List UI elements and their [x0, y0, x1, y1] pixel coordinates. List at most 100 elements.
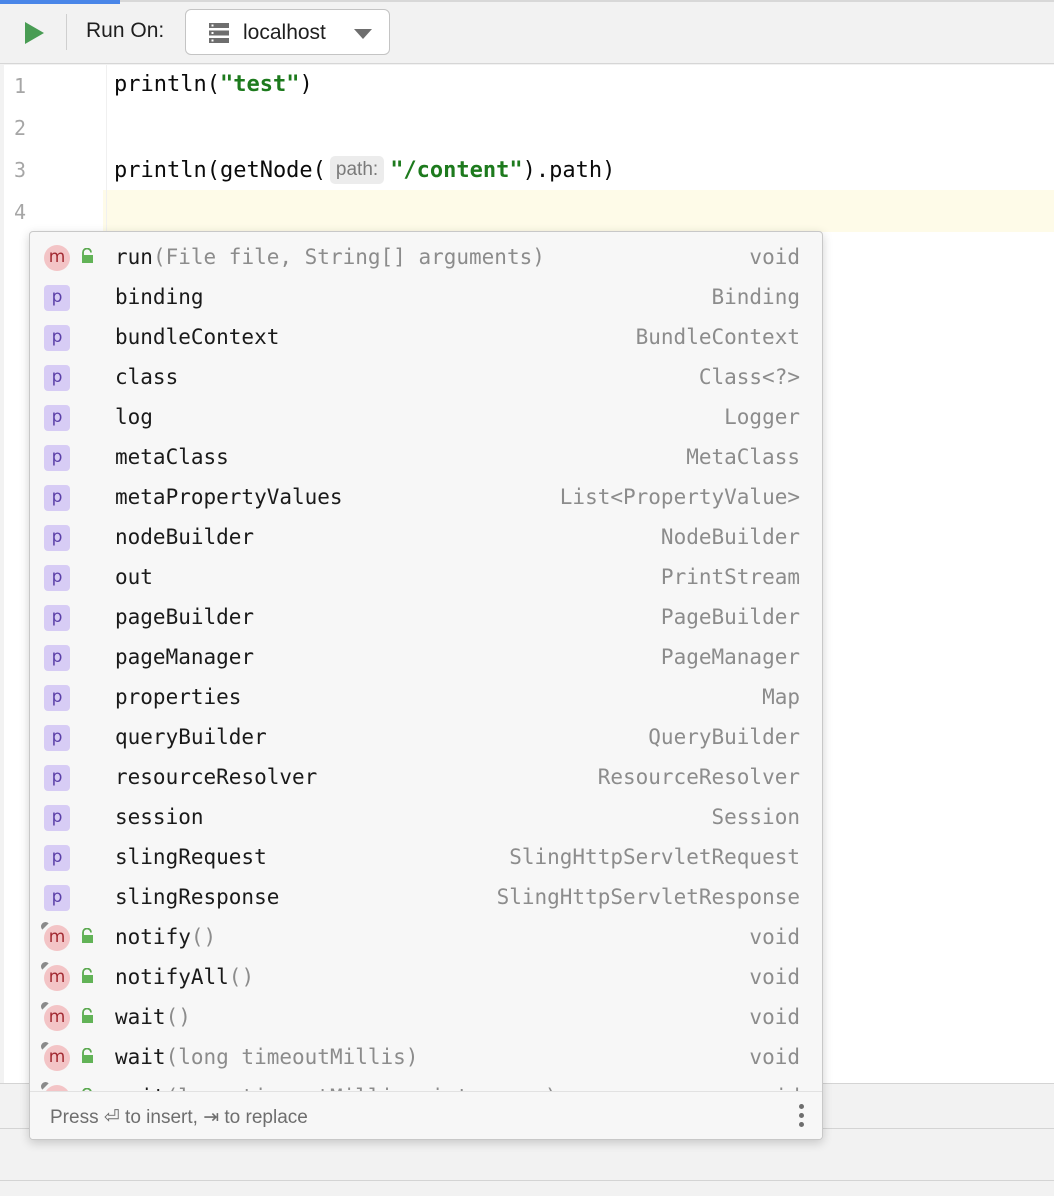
item-identifier: run	[115, 245, 153, 269]
completion-item[interactable]: p out PrintStream	[30, 556, 822, 596]
completion-name: notify()	[115, 925, 216, 949]
completion-item[interactable]: p queryBuilder QueryBuilder	[30, 716, 822, 756]
item-identifier: class	[115, 365, 179, 389]
item-identifier: log	[115, 405, 153, 429]
property-icon: p	[44, 405, 70, 431]
completion-name: run(File file, String[] arguments)	[115, 245, 545, 269]
property-icon: p	[44, 605, 70, 631]
completion-type: void	[749, 1005, 800, 1029]
item-signature: ()	[190, 925, 217, 949]
completion-type: void	[749, 1045, 800, 1069]
completion-type: Binding	[711, 285, 800, 309]
item-identifier: nodeBuilder	[115, 525, 255, 549]
property-icon: p	[44, 765, 70, 791]
public-lock-icon	[82, 248, 93, 263]
code-token: ).path)	[522, 158, 616, 183]
completion-footer: Press ⏎ to insert, ⇥ to replace	[30, 1091, 822, 1139]
toolbar-divider	[66, 14, 67, 50]
more-options-icon[interactable]	[796, 1102, 806, 1130]
property-icon: p	[44, 445, 70, 471]
code-line[interactable]: println("test")	[114, 72, 313, 97]
property-icon: p	[44, 845, 70, 871]
item-identifier: queryBuilder	[115, 725, 267, 749]
completion-item[interactable]: m notify() void	[30, 916, 822, 956]
completion-item[interactable]: p log Logger	[30, 396, 822, 436]
completion-name: binding	[115, 285, 204, 309]
completion-item[interactable]: m wait(long timeoutMillis) void	[30, 1036, 822, 1076]
completion-item[interactable]: p properties Map	[30, 676, 822, 716]
completion-name: slingResponse	[115, 885, 279, 909]
completion-name: slingRequest	[115, 845, 267, 869]
completion-type: Session	[711, 805, 800, 829]
item-signature: (long timeoutMillis)	[165, 1045, 419, 1069]
method-icon: m	[44, 1005, 70, 1031]
property-icon: p	[44, 525, 70, 551]
public-lock-icon	[82, 968, 93, 983]
method-icon: m	[44, 245, 70, 271]
property-icon: p	[44, 725, 70, 751]
completion-name: wait()	[115, 1005, 191, 1029]
completion-type: Class<?>	[698, 365, 800, 389]
method-icon: m	[44, 965, 70, 991]
chevron-down-icon	[354, 29, 372, 39]
item-identifier: pageManager	[115, 645, 255, 669]
completion-type: MetaClass	[686, 445, 800, 469]
item-identifier: metaClass	[115, 445, 229, 469]
public-lock-icon	[82, 1048, 93, 1063]
method-icon: m	[44, 925, 70, 951]
completion-item[interactable]: p pageManager PageManager	[30, 636, 822, 676]
property-icon: p	[44, 285, 70, 311]
completion-item[interactable]: p metaPropertyValues List<PropertyValue>	[30, 476, 822, 516]
completion-item[interactable]: m run(File file, String[] arguments) void	[30, 236, 822, 276]
completion-name: pageManager	[115, 645, 254, 669]
completion-item[interactable]: mwait(long timeoutMillis, int nanos)void	[30, 1076, 822, 1091]
play-icon	[25, 22, 44, 44]
completion-item[interactable]: m wait() void	[30, 996, 822, 1036]
completion-type: void	[749, 965, 800, 989]
property-icon: p	[44, 685, 70, 711]
completion-name: log	[115, 405, 153, 429]
completion-type: QueryBuilder	[648, 725, 800, 749]
item-identifier: binding	[115, 285, 204, 309]
completion-type: SlingHttpServletResponse	[496, 885, 800, 909]
item-identifier: metaPropertyValues	[115, 485, 343, 509]
completion-type: SlingHttpServletRequest	[509, 845, 800, 869]
completion-name: bundleContext	[115, 325, 279, 349]
code-token: println(getNode(	[114, 158, 326, 183]
code-line[interactable]: println(getNode(path: "/content").path)	[114, 156, 615, 184]
completion-name: pageBuilder	[115, 605, 254, 629]
completion-type: void	[749, 245, 800, 269]
property-icon: p	[44, 565, 70, 591]
item-identifier: properties	[115, 685, 242, 709]
property-icon: p	[44, 325, 70, 351]
completion-type: PageBuilder	[660, 605, 800, 629]
property-icon: p	[44, 485, 70, 511]
completion-type: PrintStream	[660, 565, 800, 589]
completion-name: wait(long timeoutMillis)	[115, 1045, 418, 1069]
completion-item[interactable]: m notifyAll() void	[30, 956, 822, 996]
completion-item[interactable]: p slingResponse SlingHttpServletResponse	[30, 876, 822, 916]
completion-item[interactable]: p session Session	[30, 796, 822, 836]
completion-item[interactable]: p nodeBuilder NodeBuilder	[30, 516, 822, 556]
host-value: localhost	[243, 21, 326, 44]
completion-type: NodeBuilder	[660, 525, 800, 549]
line-number: 1	[14, 74, 27, 98]
completion-name: out	[115, 565, 153, 589]
item-identifier: notify	[115, 925, 191, 949]
item-identifier: out	[115, 565, 153, 589]
completion-type: List<PropertyValue>	[559, 485, 800, 509]
completion-item[interactable]: p pageBuilder PageBuilder	[30, 596, 822, 636]
completion-item[interactable]: p class Class<?>	[30, 356, 822, 396]
completion-item[interactable]: p slingRequest SlingHttpServletRequest	[30, 836, 822, 876]
completion-type: Logger	[724, 405, 800, 429]
completion-item[interactable]: p resourceResolver ResourceResolver	[30, 756, 822, 796]
run-button[interactable]	[14, 14, 54, 52]
completion-item[interactable]: p metaClass MetaClass	[30, 436, 822, 476]
completion-type: ResourceResolver	[597, 765, 800, 789]
completion-item[interactable]: p binding Binding	[30, 276, 822, 316]
completion-item[interactable]: p bundleContext BundleContext	[30, 316, 822, 356]
line-number: 4	[14, 200, 27, 224]
panel-divider	[0, 1180, 1054, 1181]
item-signature: (File file, String[] arguments)	[152, 245, 545, 269]
host-select[interactable]: localhost	[185, 9, 390, 55]
